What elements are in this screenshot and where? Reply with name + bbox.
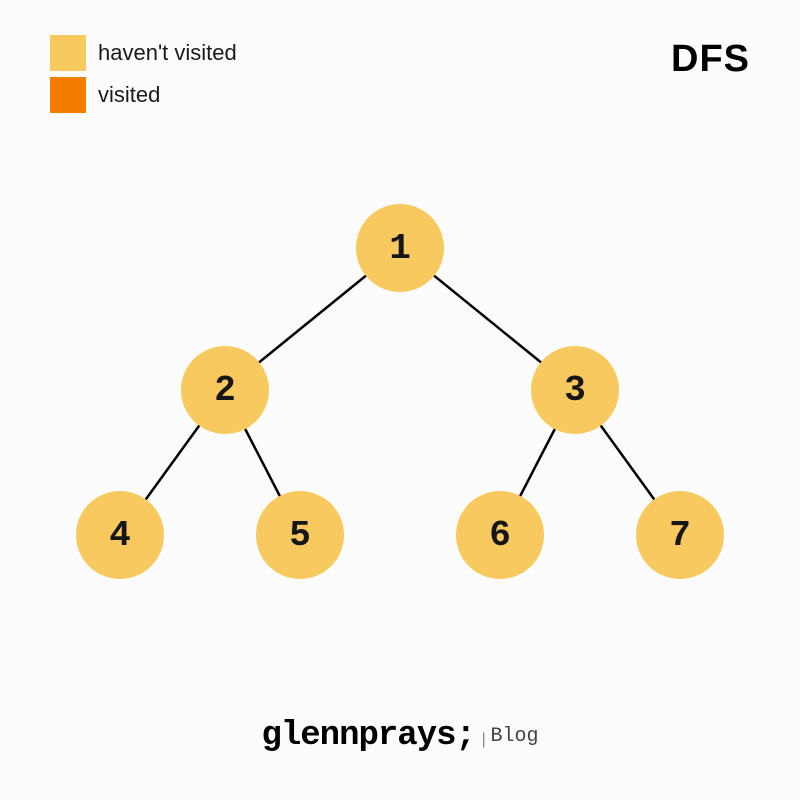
page-title: DFS (671, 38, 750, 81)
legend-unvisited-label: haven't visited (98, 40, 237, 66)
legend-row-visited: visited (50, 77, 237, 113)
node-label: 4 (109, 515, 131, 556)
tree-node-1: 1 (356, 204, 444, 292)
footer-brand: glennprays; (261, 717, 474, 755)
swatch-visited-icon (50, 77, 86, 113)
tree-node-3: 3 (531, 346, 619, 434)
tree-node-6: 6 (456, 491, 544, 579)
node-label: 6 (489, 515, 511, 556)
tree-diagram: 1 2 3 4 5 6 7 (0, 200, 800, 620)
node-label: 5 (289, 515, 311, 556)
node-label: 1 (389, 228, 411, 269)
node-label: 7 (669, 515, 691, 556)
tree-node-7: 7 (636, 491, 724, 579)
tree-node-2: 2 (181, 346, 269, 434)
legend-row-unvisited: haven't visited (50, 35, 237, 71)
footer-sub: Blog (491, 725, 539, 748)
footer: glennprays; |Blog (0, 717, 800, 755)
legend-visited-label: visited (98, 82, 160, 108)
tree-node-4: 4 (76, 491, 164, 579)
tree-node-5: 5 (256, 491, 344, 579)
legend: haven't visited visited (50, 35, 237, 119)
swatch-unvisited-icon (50, 35, 86, 71)
cursor-icon: | (479, 731, 489, 749)
node-label: 3 (564, 370, 586, 411)
node-label: 2 (214, 370, 236, 411)
